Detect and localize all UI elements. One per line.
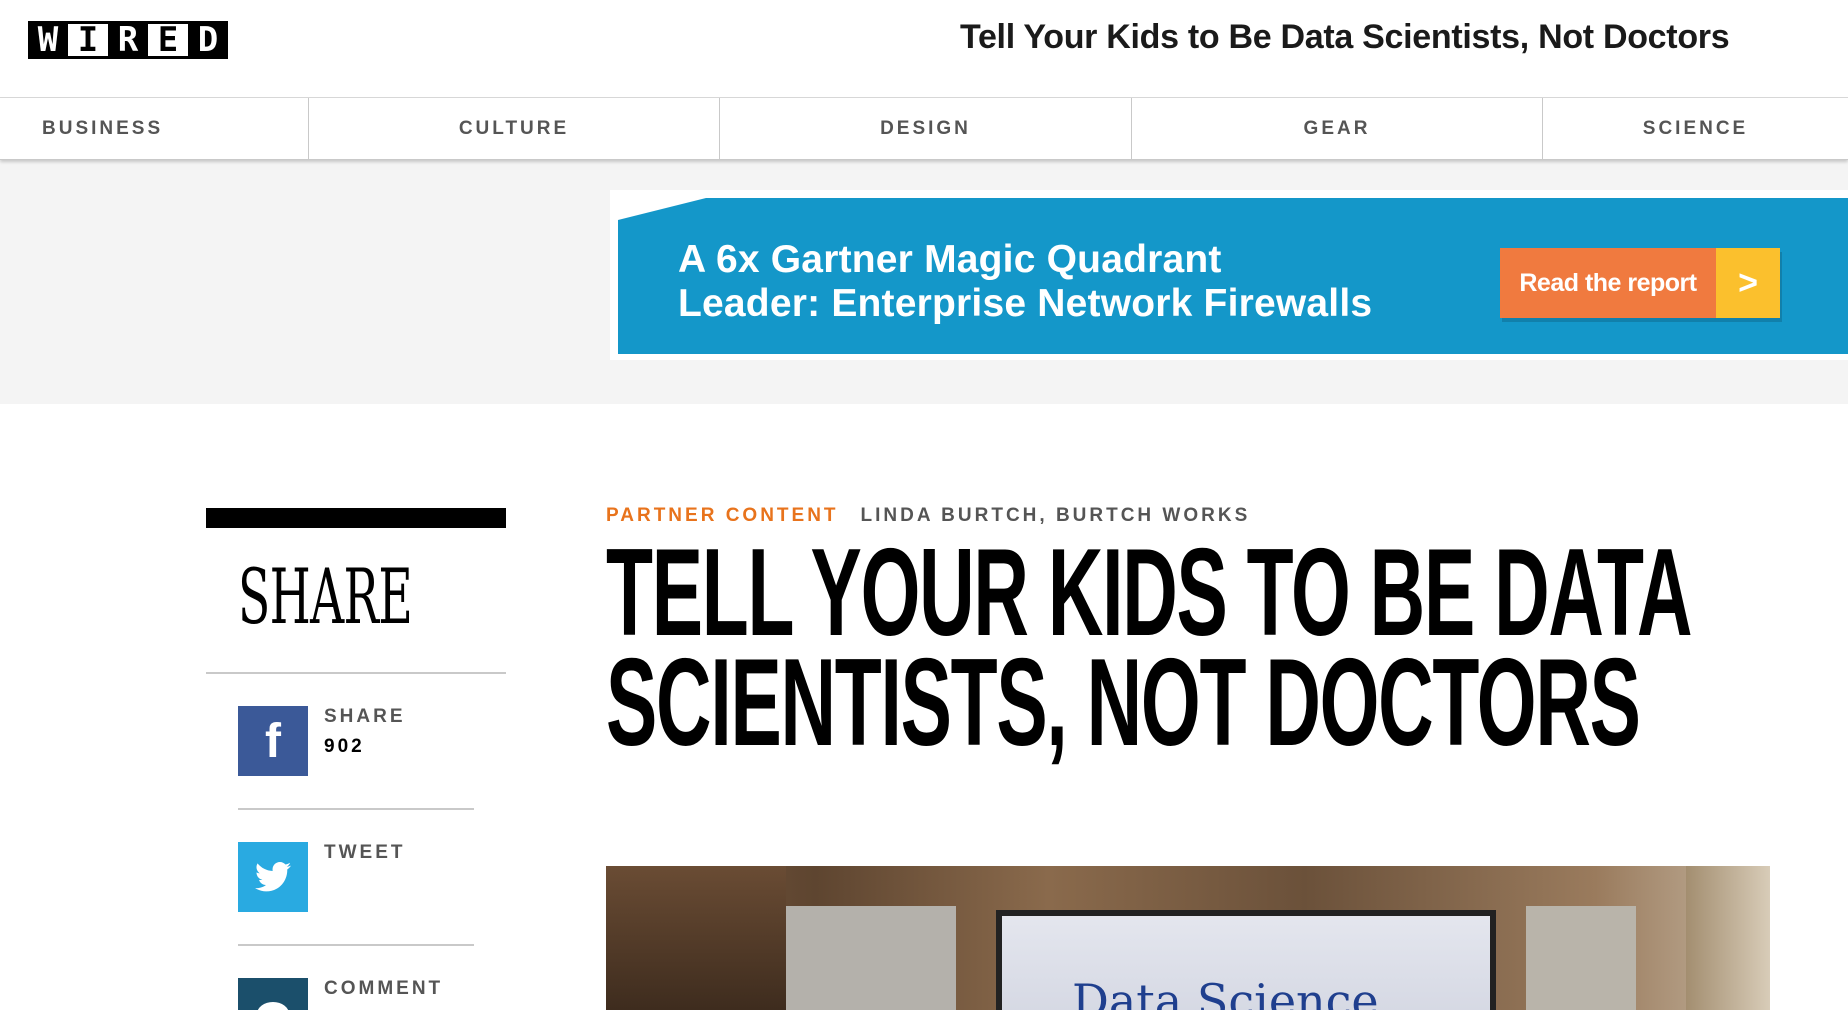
read-report-button[interactable]: Read the report > — [1500, 248, 1780, 318]
nav-item-culture[interactable]: CULTURE — [309, 98, 720, 160]
wired-logo[interactable]: W I R E D — [28, 21, 228, 59]
facebook-share-count: 902 — [324, 736, 365, 757]
logo-letter: E — [148, 21, 188, 59]
share-item-divider — [238, 808, 474, 810]
nav-item-gear[interactable]: GEAR — [1132, 98, 1543, 160]
comment-button[interactable] — [238, 978, 308, 1010]
logo-letter: R — [108, 21, 148, 59]
article-byline[interactable]: LINDA BURTCH, BURTCH WORKS — [861, 505, 1251, 526]
twitter-share-label[interactable]: TWEET — [324, 842, 406, 864]
comment-label[interactable]: COMMENT — [324, 978, 443, 1000]
facebook-icon: f — [265, 714, 281, 768]
twitter-icon — [255, 862, 291, 892]
hero-wood-wall — [606, 866, 786, 1010]
comment-icon — [257, 1002, 289, 1010]
ad-headline-line1: A 6x Gartner Magic Quadrant — [678, 238, 1222, 281]
logo-letter: I — [68, 21, 108, 59]
hero-wall-panel — [786, 906, 956, 1010]
facebook-share-label[interactable]: SHARE — [324, 706, 406, 728]
hero-screen-text: Data Science — [1072, 974, 1379, 1010]
hero-wall-panel — [1526, 906, 1636, 1010]
hero-projection-screen: Data Science — [996, 910, 1496, 1010]
logo-letter: W — [28, 21, 68, 59]
read-report-label: Read the report — [1500, 248, 1716, 318]
share-top-bar — [206, 508, 506, 528]
headline-line-1: TELL YOUR KIDS TO BE DATA — [606, 524, 1693, 662]
header-article-title: Tell Your Kids to Be Data Scientists, No… — [960, 18, 1730, 56]
nav-item-design[interactable]: DESIGN — [720, 98, 1132, 160]
share-divider — [206, 672, 506, 674]
hero-window — [1686, 866, 1770, 1010]
ad-background: A 6x Gartner Magic Quadrant Leader: Ente… — [618, 198, 1848, 354]
facebook-share-button[interactable]: f — [238, 706, 308, 776]
share-heading: SHARE — [238, 552, 413, 641]
nav-item-science[interactable]: SCIENCE — [1543, 98, 1848, 160]
banner-ad[interactable]: A 6x Gartner Magic Quadrant Leader: Ente… — [610, 190, 1848, 360]
hero-image: Data Science — [606, 866, 1770, 1010]
main-nav: BUSINESS CULTURE DESIGN GEAR SCIENCE — [0, 98, 1848, 160]
logo-letter: D — [188, 21, 228, 59]
partner-content-tag[interactable]: PARTNER CONTENT — [606, 505, 839, 526]
ad-band: A 6x Gartner Magic Quadrant Leader: Ente… — [0, 160, 1848, 404]
twitter-share-button[interactable] — [238, 842, 308, 912]
arrow-right-icon: > — [1716, 248, 1780, 318]
article-headline: TELL YOUR KIDS TO BE DATA SCIENTISTS, NO… — [606, 524, 1693, 772]
site-header: W I R E D Tell Your Kids to Be Data Scie… — [0, 0, 1848, 98]
share-item-divider — [238, 944, 474, 946]
nav-item-business[interactable]: BUSINESS — [0, 98, 309, 160]
headline-line-2: SCIENTISTS, NOT DOCTORS — [606, 634, 1641, 772]
ad-corner-notch — [618, 190, 738, 220]
ad-headline-line2: Leader: Enterprise Network Firewalls — [678, 282, 1373, 325]
